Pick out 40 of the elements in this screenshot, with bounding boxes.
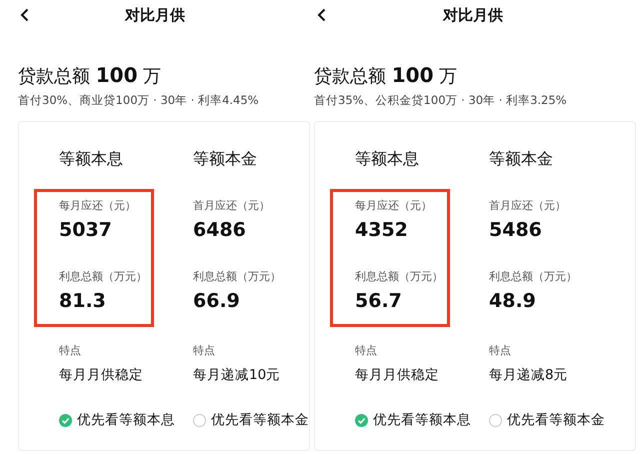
page-title: 对比月供 (443, 6, 503, 25)
metric-label: 首月应还（元） (193, 198, 270, 213)
preference-option[interactable]: 优先看等额本金 (193, 411, 309, 429)
preference-option[interactable]: 优先看等额本息 (59, 411, 175, 429)
back-icon[interactable] (317, 8, 326, 22)
back-icon[interactable] (20, 8, 29, 22)
method-title: 等额本金 (489, 148, 553, 170)
method-title: 等额本息 (59, 148, 123, 170)
metric-label: 利息总额（万元） (355, 269, 443, 284)
loan-total: 贷款总额 100 万 (18, 63, 162, 89)
loan-details: 首付35%、公积金贷100万 · 30年 · 利率3.25% (314, 92, 567, 108)
feature-label: 特点 (489, 343, 511, 358)
metric-label: 利息总额（万元） (193, 269, 281, 284)
feature-label: 特点 (355, 343, 377, 358)
metric-label: 利息总额（万元） (489, 269, 577, 284)
metric-value: 5037 (59, 219, 112, 241)
page-title: 对比月供 (125, 6, 185, 25)
feature-label: 特点 (193, 343, 215, 358)
feature-text: 每月递减10元 (193, 366, 280, 384)
metric-label: 利息总额（万元） (59, 269, 147, 284)
feature-label: 特点 (59, 343, 81, 358)
metric-value: 48.9 (489, 290, 536, 312)
metric-value: 5486 (489, 219, 542, 241)
preference-option[interactable]: 优先看等额本息 (355, 411, 471, 429)
metric-label: 每月应还（元） (355, 198, 432, 213)
method-title: 等额本息 (355, 148, 419, 170)
loan-details: 首付30%、商业贷100万 · 30年 · 利率4.45% (18, 92, 259, 108)
feature-text: 每月月供稳定 (59, 366, 143, 384)
feature-text: 每月递减8元 (489, 366, 568, 384)
metric-value: 56.7 (355, 290, 402, 312)
loan-total: 贷款总额 100 万 (314, 63, 458, 89)
method-title: 等额本金 (193, 148, 257, 170)
metric-value: 66.9 (193, 290, 240, 312)
metric-value: 4352 (355, 219, 408, 241)
metric-label: 每月应还（元） (59, 198, 136, 213)
preference-option[interactable]: 优先看等额本金 (489, 411, 605, 429)
metric-value: 81.3 (59, 290, 106, 312)
metric-value: 6486 (193, 219, 246, 241)
metric-label: 首月应还（元） (489, 198, 566, 213)
feature-text: 每月月供稳定 (355, 366, 439, 384)
